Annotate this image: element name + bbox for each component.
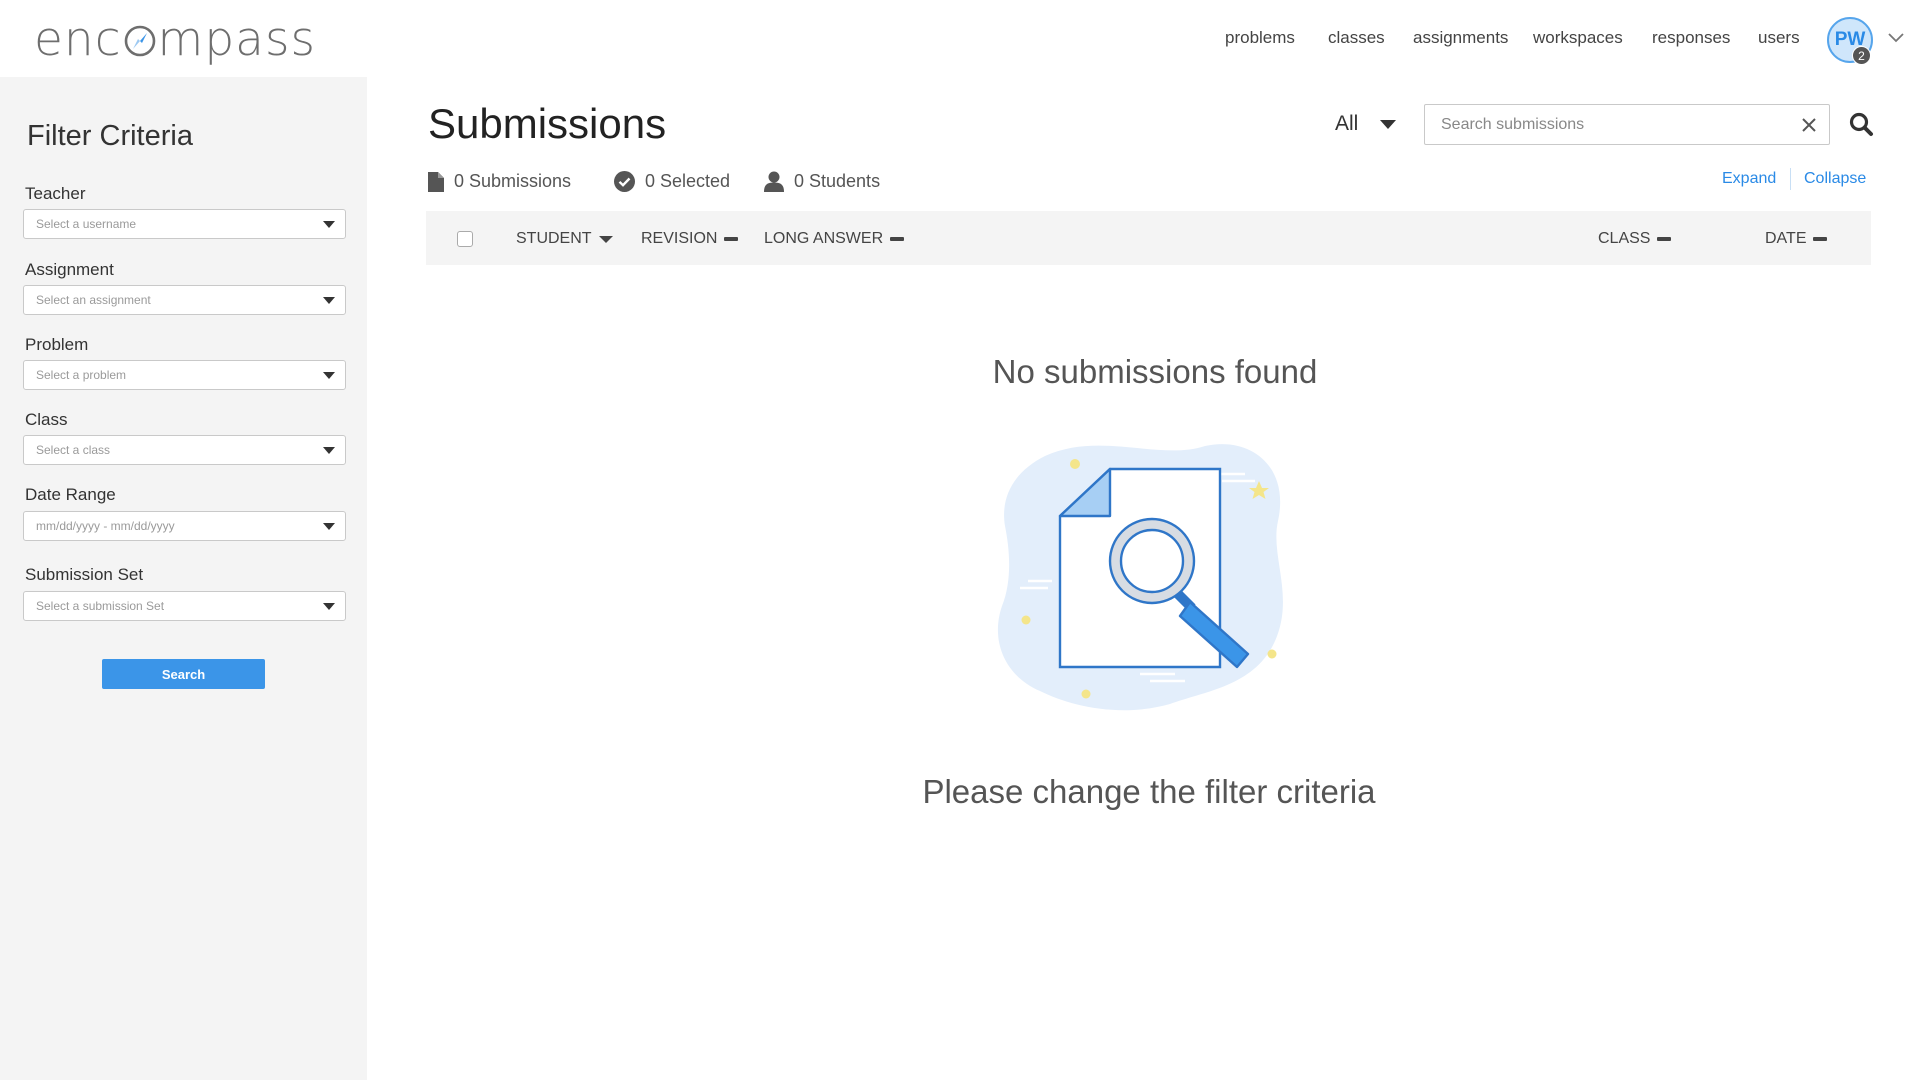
column-date[interactable]: DATE (1765, 230, 1828, 248)
sort-none-icon (890, 237, 905, 241)
assignment-select[interactable]: Select an assignment (23, 285, 346, 315)
caret-down-icon (323, 297, 335, 304)
nav-classes[interactable]: classes (1328, 28, 1385, 48)
submissions-table-header: STUDENT REVISION LONG ANSWER CLASS DATE (426, 211, 1871, 265)
assignment-select-placeholder: Select an assignment (36, 293, 151, 307)
students-count: 0 Students (764, 171, 880, 192)
submission-set-label: Submission Set (25, 565, 144, 584)
caret-down-icon (1380, 119, 1397, 129)
close-icon[interactable] (1799, 115, 1819, 135)
top-navigation-bar: enc mpass problems classes assignments w… (0, 0, 1920, 77)
notification-badge[interactable]: 2 (1852, 46, 1871, 65)
search-icon[interactable] (1848, 111, 1874, 142)
empty-state-title: No submissions found (992, 353, 1318, 390)
logo-text-start: enc (34, 12, 122, 67)
expand-link[interactable]: Expand (1722, 170, 1776, 188)
submission-set-placeholder: Select a submission Set (36, 599, 165, 613)
logo-text-end: mpass (157, 12, 316, 67)
date-range-select[interactable]: mm/dd/yyyy - mm/dd/yyyy (23, 511, 346, 541)
filter-sidebar: Filter Criteria Teacher Select a usernam… (0, 77, 367, 1080)
nav-assignments[interactable]: assignments (1413, 28, 1508, 48)
nav-users[interactable]: users (1758, 28, 1800, 48)
caret-down-icon (323, 447, 335, 454)
collapse-link[interactable]: Collapse (1804, 170, 1866, 188)
user-icon (764, 171, 784, 192)
empty-search-illustration (990, 436, 1310, 716)
class-select[interactable]: Select a class (23, 435, 346, 465)
caret-down-icon (323, 221, 335, 228)
check-circle-icon (614, 171, 635, 192)
column-long-answer[interactable]: LONG ANSWER (764, 230, 905, 248)
column-revision[interactable]: REVISION (641, 230, 739, 248)
caret-down-icon (323, 523, 335, 530)
sort-none-icon (724, 237, 739, 241)
submissions-count-text: 0 Submissions (454, 171, 572, 191)
search-submissions-input[interactable] (1425, 105, 1765, 144)
sort-none-icon (1813, 237, 1828, 241)
chevron-down-icon[interactable] (1888, 30, 1904, 48)
students-count-text: 0 Students (794, 171, 881, 191)
column-date-label: DATE (1765, 230, 1807, 247)
teacher-select-placeholder: Select a username (36, 217, 137, 231)
assignment-label: Assignment (25, 260, 114, 279)
page-title: Submissions (428, 100, 667, 147)
submissions-count: 0 Submissions (428, 171, 571, 192)
select-all-checkbox[interactable] (457, 231, 473, 247)
class-select-placeholder: Select a class (36, 443, 111, 457)
sort-down-icon (598, 235, 613, 243)
column-long-answer-label: LONG ANSWER (764, 230, 884, 247)
column-class[interactable]: CLASS (1598, 230, 1672, 248)
class-label: Class (25, 410, 68, 429)
submission-set-select[interactable]: Select a submission Set (23, 591, 346, 621)
compass-icon (123, 15, 157, 57)
column-class-label: CLASS (1598, 230, 1651, 247)
column-student-label: STUDENT (516, 230, 592, 247)
date-range-placeholder: mm/dd/yyyy - mm/dd/yyyy (36, 519, 175, 533)
search-button[interactable]: Search (102, 659, 265, 689)
date-range-label: Date Range (25, 485, 116, 504)
column-student[interactable]: STUDENT (516, 230, 613, 248)
nav-problems[interactable]: problems (1225, 28, 1295, 48)
problem-label: Problem (25, 335, 89, 354)
nav-workspaces[interactable]: workspaces (1533, 28, 1623, 48)
teacher-label: Teacher (25, 184, 86, 203)
status-filter-value: All (1335, 112, 1359, 135)
caret-down-icon (323, 603, 335, 610)
teacher-select[interactable]: Select a username (23, 209, 346, 239)
file-icon (428, 171, 444, 192)
column-revision-label: REVISION (641, 230, 718, 247)
encompass-logo[interactable]: enc mpass (34, 12, 316, 67)
selected-count: 0 Selected (614, 171, 730, 192)
status-filter-dropdown[interactable]: All (1335, 112, 1397, 136)
selected-count-text: 0 Selected (645, 171, 731, 191)
filter-criteria-title: Filter Criteria (27, 120, 193, 152)
sort-none-icon (1657, 237, 1672, 241)
search-submissions-box (1424, 104, 1830, 145)
empty-state-hint: Please change the filter criteria (922, 773, 1376, 810)
nav-responses[interactable]: responses (1652, 28, 1730, 48)
link-divider (1790, 168, 1791, 190)
